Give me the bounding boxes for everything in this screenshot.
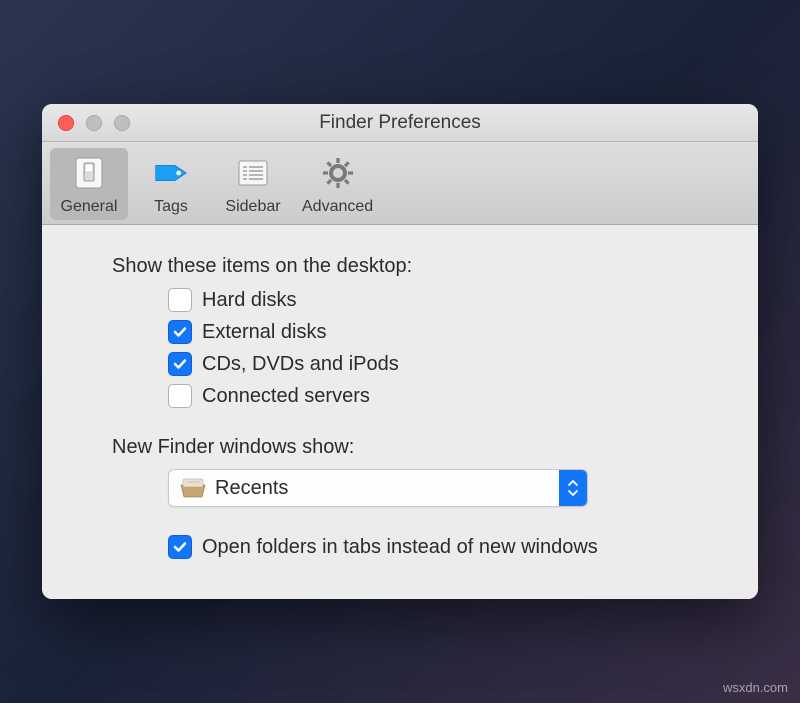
tab-sidebar[interactable]: Sidebar — [214, 148, 292, 220]
checkbox-row-external-disks: External disks — [168, 320, 688, 344]
checkbox-hard-disks[interactable] — [168, 288, 192, 312]
desktop-items-label: Show these items on the desktop: — [112, 255, 688, 278]
minimize-button[interactable] — [86, 115, 102, 131]
switch-icon — [68, 152, 110, 194]
tab-label: Sidebar — [225, 198, 280, 216]
dropdown-selected-label: Recents — [215, 477, 559, 500]
checkbox-label: External disks — [202, 321, 327, 344]
list-icon — [232, 152, 274, 194]
new-windows-dropdown[interactable]: Recents — [168, 469, 588, 507]
close-button[interactable] — [58, 115, 74, 131]
tab-label: General — [61, 198, 118, 216]
window-title: Finder Preferences — [42, 112, 758, 134]
traffic-lights — [42, 115, 130, 131]
watermark: wsxdn.com — [723, 680, 788, 695]
checkbox-cds-dvds-ipods[interactable] — [168, 352, 192, 376]
tab-advanced[interactable]: Advanced — [296, 148, 379, 220]
checkbox-row-servers: Connected servers — [168, 384, 688, 408]
tab-general[interactable]: General — [50, 148, 128, 220]
preferences-window: Finder Preferences General Tags — [42, 104, 758, 599]
checkbox-connected-servers[interactable] — [168, 384, 192, 408]
new-windows-label: New Finder windows show: — [112, 436, 688, 459]
toolbar: General Tags — [42, 142, 758, 225]
checkbox-row-hard-disks: Hard disks — [168, 288, 688, 312]
new-windows-dropdown-wrap: Recents — [112, 469, 688, 507]
tab-label: Tags — [154, 198, 188, 216]
desktop-items-group: Hard disks External disks CDs, DVDs and … — [112, 288, 688, 408]
recents-icon — [179, 477, 207, 499]
tab-label: Advanced — [302, 198, 373, 216]
tab-tags[interactable]: Tags — [132, 148, 210, 220]
titlebar: Finder Preferences — [42, 104, 758, 142]
maximize-button[interactable] — [114, 115, 130, 131]
content-pane: Show these items on the desktop: Hard di… — [42, 225, 758, 599]
checkbox-label: Open folders in tabs instead of new wind… — [202, 536, 598, 559]
checkbox-external-disks[interactable] — [168, 320, 192, 344]
chevron-updown-icon — [559, 470, 587, 506]
open-in-tabs-row: Open folders in tabs instead of new wind… — [112, 535, 688, 559]
checkbox-open-in-tabs[interactable] — [168, 535, 192, 559]
checkbox-label: Hard disks — [202, 289, 296, 312]
checkbox-row-cds: CDs, DVDs and iPods — [168, 352, 688, 376]
gear-icon — [317, 152, 359, 194]
checkbox-label: Connected servers — [202, 385, 370, 408]
checkbox-label: CDs, DVDs and iPods — [202, 353, 399, 376]
tag-icon — [150, 152, 192, 194]
